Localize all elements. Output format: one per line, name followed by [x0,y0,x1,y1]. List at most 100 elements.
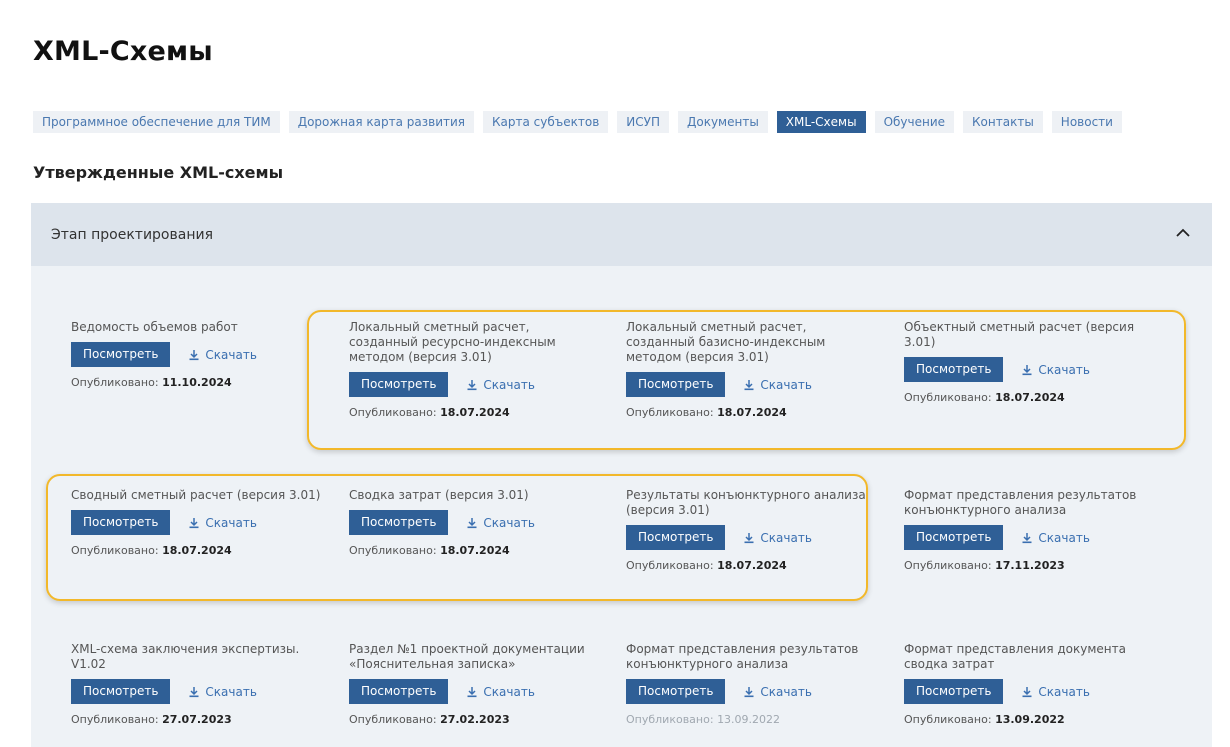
published-date: Опубликовано: 13.09.2022 [904,713,1154,726]
published-label: Опубликовано: [626,559,714,572]
published-label: Опубликовано: [71,544,159,557]
download-icon [744,686,754,697]
view-button[interactable]: Посмотреть [626,372,726,397]
published-date: Опубликовано: 11.10.2024 [71,376,321,389]
download-link[interactable]: Скачать [188,685,257,699]
published-date: Опубликовано: 27.07.2023 [71,713,321,726]
download-link[interactable]: Скачать [188,516,257,530]
published-label: Опубликовано: [349,406,437,419]
published-value: 18.07.2024 [440,406,510,419]
download-label: Скачать [205,347,257,362]
download-icon [1022,686,1032,697]
schema-title: Раздел №1 проектной документации «Поясни… [349,642,585,671]
view-button[interactable]: Посмотреть [71,510,171,535]
download-label: Скачать [1038,530,1090,545]
download-link[interactable]: Скачать [743,531,812,545]
schema-title: Объектный сметный расчет (версия 3.01) [904,320,1135,349]
published-value: 18.07.2024 [995,391,1065,404]
download-link[interactable]: Скачать [1021,363,1090,377]
schema-card: Раздел №1 проектной документации «Поясни… [349,642,599,726]
download-label: Скачать [205,515,257,530]
view-button[interactable]: Посмотреть [71,342,171,367]
schema-card: Локальный сметный расчет, созданный бази… [626,320,876,419]
published-value: 27.02.2023 [440,713,510,726]
published-value: 18.07.2024 [162,544,232,557]
tab-training[interactable]: Обучение [874,111,955,133]
page-title: XML-Схемы [33,36,213,67]
published-value: 18.07.2024 [717,559,787,572]
published-date: Опубликовано: 18.07.2024 [626,559,876,572]
schema-title: Формат представления результатов конъюнк… [626,642,859,671]
schema-title: Локальный сметный расчет, созданный ресу… [349,320,556,364]
published-date: Опубликовано: 17.11.2023 [904,559,1154,572]
section-title: Утвержденные XML-схемы [33,163,284,182]
view-button[interactable]: Посмотреть [904,357,1004,382]
download-icon [189,517,199,528]
view-button[interactable]: Посмотреть [349,372,449,397]
schema-card: XML-схема заключения экспертизы. V1.02 По… [71,642,321,726]
published-value: 27.07.2023 [162,713,232,726]
published-date: Опубликовано: 27.02.2023 [349,713,599,726]
published-date: Опубликовано: 18.07.2024 [626,406,876,419]
download-link[interactable]: Скачать [466,516,535,530]
published-date: Опубликовано: 18.07.2024 [349,544,599,557]
download-label: Скачать [483,515,535,530]
view-button[interactable]: Посмотреть [626,679,726,704]
tab-contacts[interactable]: Контакты [963,111,1043,133]
schema-actions: Посмотреть Скачать [349,510,599,535]
schema-card: Сводный сметный расчет (версия 3.01) Посм… [71,488,321,557]
schema-card: Сводка затрат (версия 3.01) Посмотреть Ска… [349,488,599,557]
published-value: 18.07.2024 [717,406,787,419]
accordion-title: Этап проектирования [51,227,213,243]
schema-actions: Посмотреть Скачать [626,525,876,550]
published-label: Опубликовано: [626,713,714,726]
download-link[interactable]: Скачать [466,378,535,392]
tab-subjects-map[interactable]: Карта субъектов [483,111,609,133]
schema-title: Локальный сметный расчет, созданный бази… [626,320,826,364]
view-button[interactable]: Посмотреть [71,679,171,704]
schema-actions: Посмотреть Скачать [71,342,321,367]
download-label: Скачать [760,684,812,699]
download-link[interactable]: Скачать [743,685,812,699]
published-label: Опубликовано: [626,406,714,419]
download-link[interactable]: Скачать [1021,531,1090,545]
published-value: 13.09.2022 [717,713,781,726]
published-date: Опубликовано: 18.07.2024 [349,406,599,419]
view-button[interactable]: Посмотреть [626,525,726,550]
download-icon [189,349,199,360]
view-button[interactable]: Посмотреть [904,525,1004,550]
download-label: Скачать [1038,684,1090,699]
schema-actions: Посмотреть Скачать [904,357,1154,382]
view-button[interactable]: Посмотреть [349,510,449,535]
schema-actions: Посмотреть Скачать [626,372,876,397]
download-link[interactable]: Скачать [1021,685,1090,699]
published-date: Опубликовано: 18.07.2024 [71,544,321,557]
schema-card: Объектный сметный расчет (версия 3.01) По… [904,320,1154,404]
schema-card: Локальный сметный расчет, созданный ресу… [349,320,599,419]
published-value: 13.09.2022 [995,713,1065,726]
download-label: Скачать [1038,362,1090,377]
schema-card: Формат представления документа сводка за… [904,642,1154,726]
tab-news[interactable]: Новости [1051,111,1122,133]
published-label: Опубликовано: [904,559,992,572]
published-label: Опубликовано: [71,376,159,389]
accordion-header[interactable]: Этап проектирования [31,203,1212,266]
download-link[interactable]: Скачать [188,348,257,362]
chevron-up-icon[interactable] [1174,224,1192,242]
view-button[interactable]: Посмотреть [349,679,449,704]
tab-roadmap[interactable]: Дорожная карта развития [288,111,475,133]
tab-software-tim[interactable]: Программное обеспечение для ТИМ [33,111,280,133]
tab-bar: Программное обеспечение для ТИМ Дорожная… [33,111,1122,133]
view-button[interactable]: Посмотреть [904,679,1004,704]
tab-xml-schemas[interactable]: XML-Схемы [776,111,866,133]
download-link[interactable]: Скачать [466,685,535,699]
tab-isup[interactable]: ИСУП [617,111,669,133]
published-label: Опубликовано: [349,713,437,726]
schema-actions: Посмотреть Скачать [904,679,1154,704]
download-link[interactable]: Скачать [743,378,812,392]
tab-documents[interactable]: Документы [677,111,768,133]
download-icon [467,517,477,528]
download-label: Скачать [205,684,257,699]
schema-actions: Посмотреть Скачать [71,679,321,704]
schema-title: Сводный сметный расчет (версия 3.01) [71,488,321,502]
